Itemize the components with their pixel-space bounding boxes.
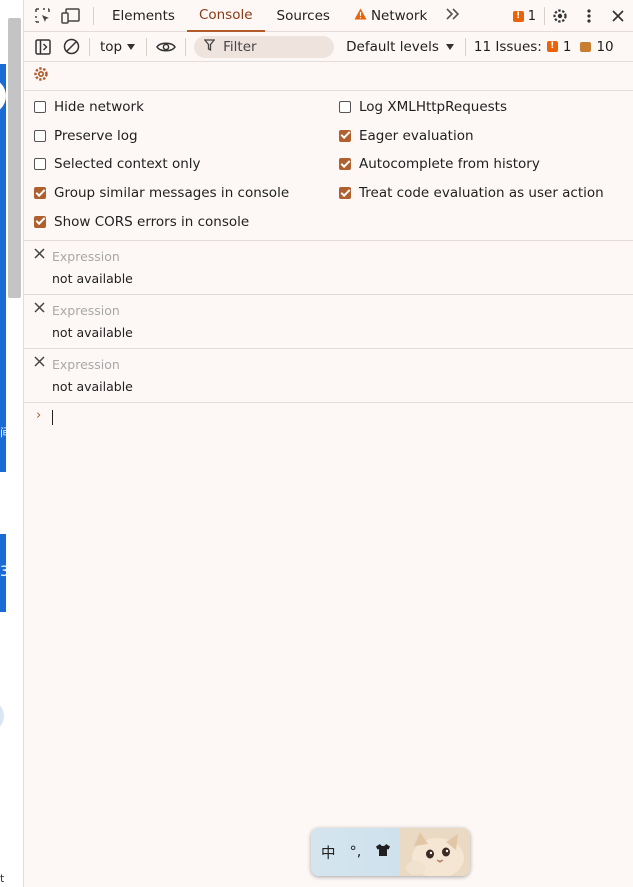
page-scrollbar[interactable] <box>8 18 21 298</box>
console-settings-panel: Hide network Preserve log Selected conte… <box>24 90 633 241</box>
tab-console[interactable]: Console <box>186 0 265 32</box>
shirt-icon[interactable] <box>375 843 391 861</box>
eager-evaluation-checkbox[interactable] <box>339 129 351 142</box>
page-glyph: t <box>0 872 5 885</box>
context-selector[interactable]: top <box>94 39 142 55</box>
issues-counter-button[interactable]: ! 1 <box>505 7 545 25</box>
hide-network-checkbox[interactable] <box>34 101 46 114</box>
settings-gear-icon[interactable] <box>545 0 575 32</box>
tab-sources[interactable]: Sources <box>265 0 342 32</box>
preserve-log-option[interactable]: Preserve log <box>24 122 329 151</box>
expression-input[interactable]: Expression <box>52 303 120 318</box>
eager-evaluation-option[interactable]: Eager evaluation <box>329 122 633 151</box>
devtools-tabbar: Elements Console Sources Network ! 1 <box>24 0 633 32</box>
device-toolbar-icon[interactable] <box>57 0 85 32</box>
filter-funnel-icon <box>203 38 216 55</box>
hide-network-option[interactable]: Hide network <box>24 93 329 122</box>
expression-value: not available <box>52 324 133 340</box>
kitten-skin-image <box>400 828 470 876</box>
show-cors-checkbox[interactable] <box>34 215 46 228</box>
info-message-icon <box>580 41 592 52</box>
filter-input[interactable]: Filter <box>194 35 335 58</box>
page-glyph: 间 <box>0 426 11 439</box>
prompt-chevron-icon: › <box>36 407 42 423</box>
selected-context-checkbox[interactable] <box>34 158 46 171</box>
warning-icon <box>354 8 367 24</box>
expression-input[interactable]: Expression <box>52 249 120 264</box>
live-expression: Expression not available <box>24 295 633 349</box>
ime-punctuation-toggle[interactable]: °, <box>350 844 362 860</box>
settings-right-column: Log XMLHttpRequests Eager evaluation Aut… <box>329 93 633 236</box>
autocomplete-history-option[interactable]: Autocomplete from history <box>329 150 633 179</box>
selected-context-option[interactable]: Selected context only <box>24 150 329 179</box>
issues-link-button[interactable]: 11 Issues: ! 1 10 <box>464 37 622 56</box>
log-xhr-option[interactable]: Log XMLHttpRequests <box>329 93 633 122</box>
dropdown-arrow-icon <box>126 39 136 55</box>
error-icon: ! <box>546 41 558 52</box>
page-left-edge: 间 3 t <box>0 0 24 887</box>
close-devtools-icon[interactable] <box>603 0 633 32</box>
remove-expression-icon[interactable] <box>32 301 46 315</box>
inspect-element-icon[interactable] <box>29 0 57 32</box>
console-toolbar: top Filter Default levels 11 Issues: ! 1… <box>24 32 633 62</box>
preserve-log-checkbox[interactable] <box>34 129 46 142</box>
live-expression-eye-icon[interactable] <box>151 31 181 63</box>
more-tabs-icon[interactable] <box>439 6 467 25</box>
group-similar-option[interactable]: Group similar messages in console <box>24 179 329 208</box>
devtools-panel: Elements Console Sources Network ! 1 top… <box>24 0 633 887</box>
log-levels-dropdown[interactable]: Default levels <box>336 39 465 55</box>
console-prompt[interactable]: › <box>24 403 633 433</box>
tab-network[interactable]: Network <box>342 0 439 32</box>
live-expression: Expression not available <box>24 241 633 295</box>
autocomplete-history-checkbox[interactable] <box>339 158 351 171</box>
page-glyph: 3 <box>0 564 9 580</box>
expression-value: not available <box>52 378 133 394</box>
ime-toolbar[interactable]: 中 °, <box>311 828 470 876</box>
expression-input[interactable]: Expression <box>52 357 120 372</box>
more-options-icon[interactable] <box>575 0 603 32</box>
log-xhr-checkbox[interactable] <box>339 101 351 114</box>
console-settings-gear-icon[interactable] <box>32 65 50 87</box>
live-expression: Expression not available <box>24 349 633 403</box>
text-cursor <box>52 409 53 425</box>
tab-elements[interactable]: Elements <box>100 0 187 32</box>
expression-value: not available <box>52 270 133 286</box>
show-cors-option[interactable]: Show CORS errors in console <box>24 207 329 236</box>
show-sidebar-icon[interactable] <box>29 31 57 63</box>
settings-left-column: Hide network Preserve log Selected conte… <box>24 93 329 236</box>
page-blue-panel <box>0 64 6 472</box>
error-icon: ! <box>512 10 524 22</box>
remove-expression-icon[interactable] <box>32 247 46 261</box>
clear-console-icon[interactable] <box>57 31 85 63</box>
remove-expression-icon[interactable] <box>32 355 46 369</box>
dropdown-arrow-icon <box>445 39 455 55</box>
treat-eval-option[interactable]: Treat code evaluation as user action <box>329 179 633 208</box>
ime-language-toggle[interactable]: 中 <box>321 842 336 863</box>
console-settings-row <box>24 62 633 90</box>
treat-eval-checkbox[interactable] <box>339 187 351 200</box>
group-similar-checkbox[interactable] <box>34 187 46 200</box>
